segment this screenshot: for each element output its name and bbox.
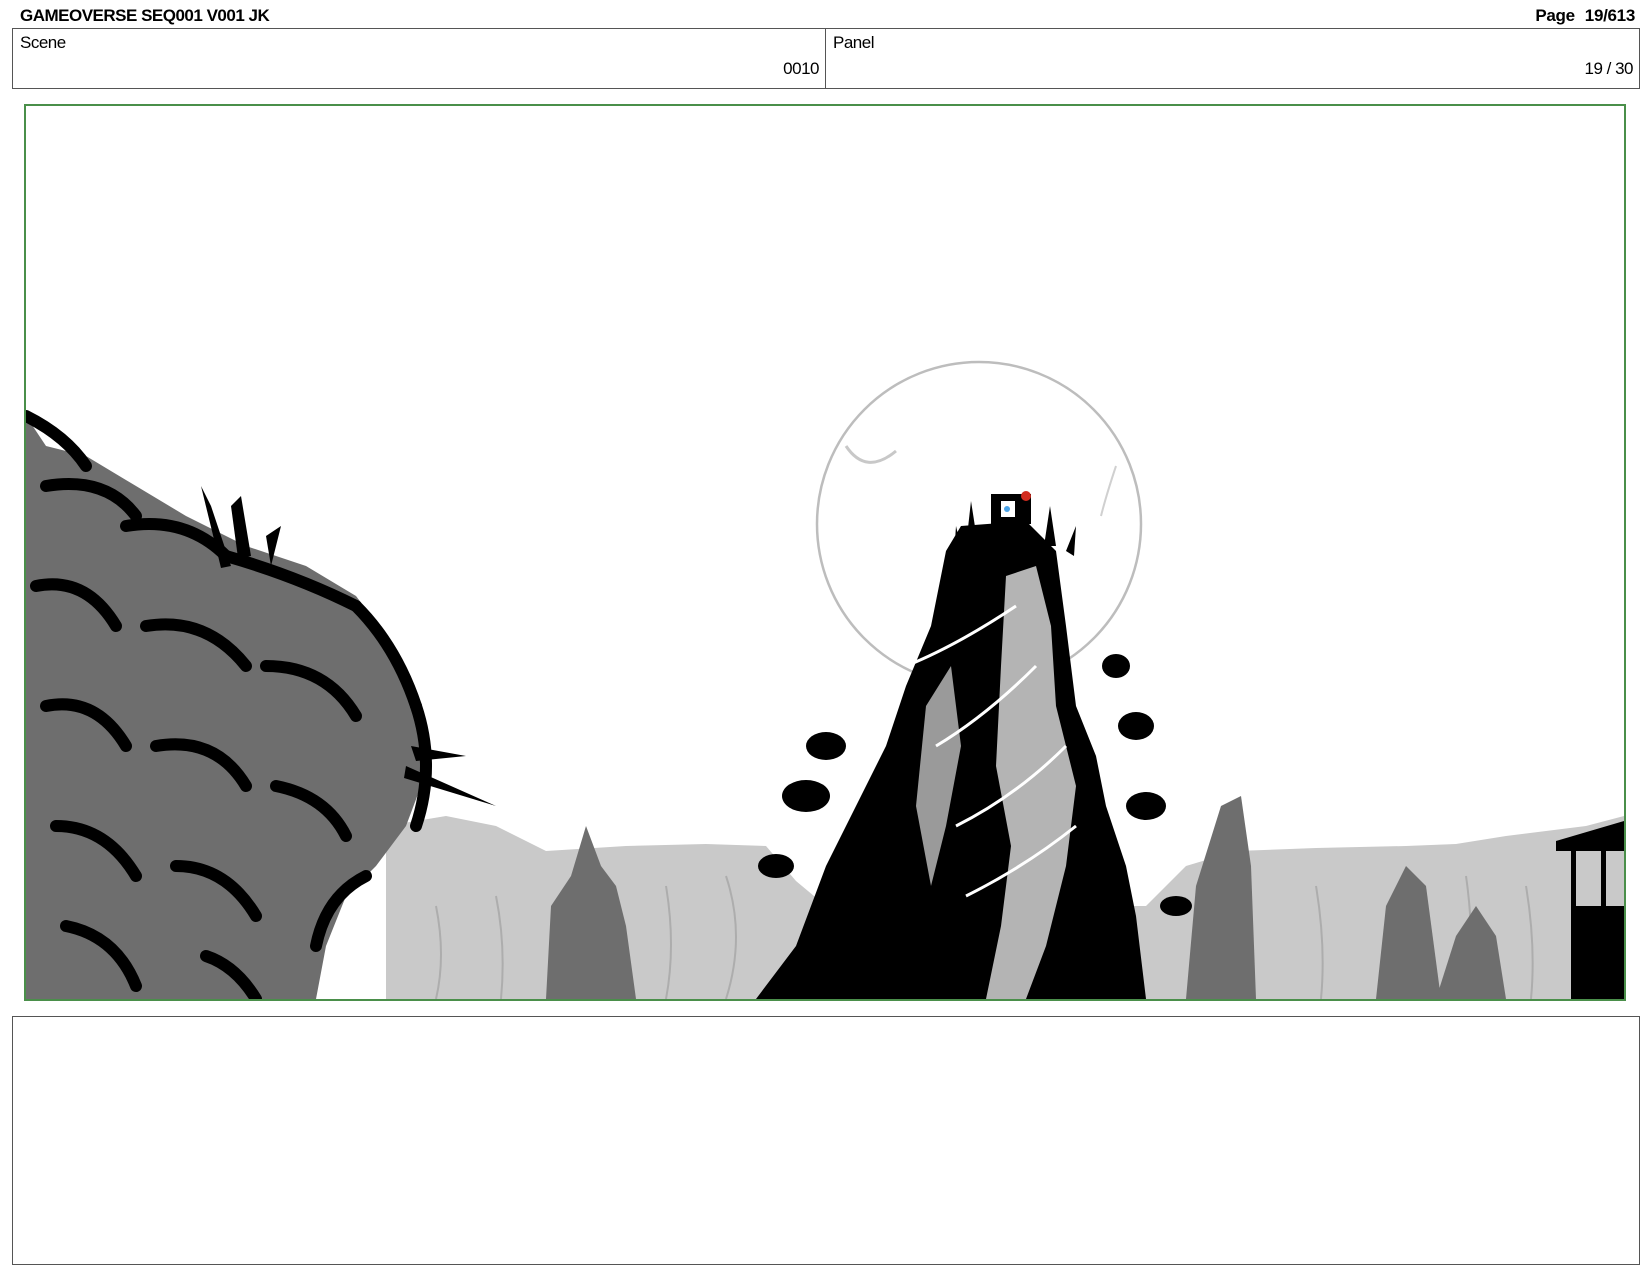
moon-crater-small xyxy=(1100,465,1117,517)
scene-panel-info-row: Scene 0010 Panel 19 / 30 xyxy=(12,28,1640,89)
panel-number: 19 / 30 xyxy=(1584,59,1634,78)
panel-label: Panel xyxy=(833,33,874,52)
document-title: GAMEOVERSE SEQ001 V001 JK xyxy=(20,6,270,25)
page-number: Page 19/613 xyxy=(1535,6,1635,26)
page-label: Page xyxy=(1535,6,1575,25)
storyboard-panel-image xyxy=(24,104,1626,1001)
panel-cell: Panel 19 / 30 xyxy=(826,29,1639,88)
storyboard-drawing xyxy=(26,360,1624,999)
summit-shrine xyxy=(991,491,1031,524)
panel-notes-box xyxy=(12,1016,1640,1265)
rock-spire-mid xyxy=(1186,796,1256,999)
scene-cell: Scene 0010 xyxy=(13,29,826,88)
scene-number: 0010 xyxy=(783,59,819,78)
moon-crater xyxy=(844,445,897,464)
page-value: 19/613 xyxy=(1584,6,1636,25)
scene-label: Scene xyxy=(20,33,66,52)
